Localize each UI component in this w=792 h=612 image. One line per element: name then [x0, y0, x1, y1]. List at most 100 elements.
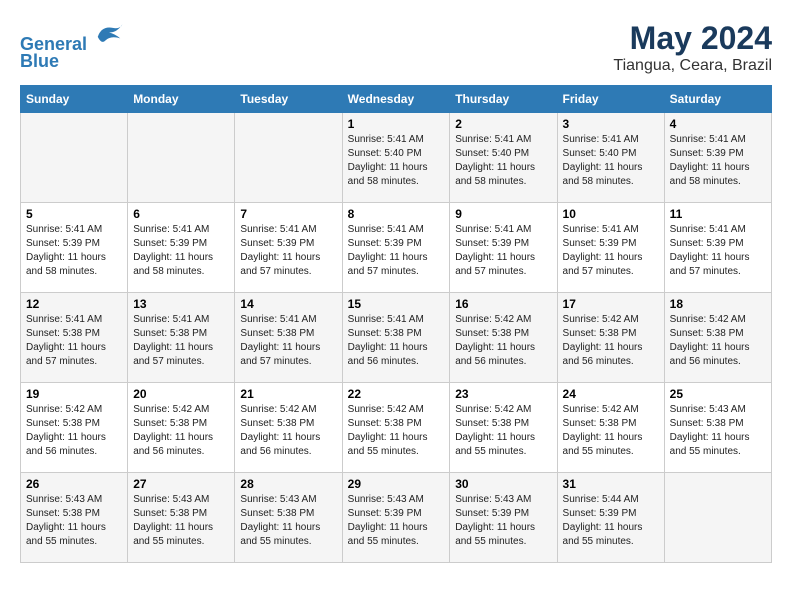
day-number: 26	[26, 477, 122, 491]
calendar-subtitle: Tiangua, Ceara, Brazil	[613, 57, 772, 75]
day-info: Sunrise: 5:41 AMSunset: 5:39 PMDaylight:…	[670, 223, 766, 279]
day-info: Sunrise: 5:42 AMSunset: 5:38 PMDaylight:…	[563, 403, 659, 459]
day-info: Sunrise: 5:43 AMSunset: 5:38 PMDaylight:…	[26, 493, 122, 549]
day-info: Sunrise: 5:42 AMSunset: 5:38 PMDaylight:…	[563, 313, 659, 369]
logo-text: General	[20, 20, 124, 55]
title-block: May 2024 Tiangua, Ceara, Brazil	[613, 20, 772, 75]
calendar-cell: 10 Sunrise: 5:41 AMSunset: 5:39 PMDayligh…	[557, 203, 664, 293]
calendar-cell: 7 Sunrise: 5:41 AMSunset: 5:39 PMDaylight…	[235, 203, 342, 293]
day-number: 16	[455, 297, 551, 311]
calendar-header-friday: Friday	[557, 86, 664, 113]
day-number: 11	[670, 207, 766, 221]
calendar-cell: 3 Sunrise: 5:41 AMSunset: 5:40 PMDaylight…	[557, 113, 664, 203]
calendar-cell: 27 Sunrise: 5:43 AMSunset: 5:38 PMDayligh…	[128, 473, 235, 563]
day-number: 21	[240, 387, 336, 401]
calendar-header-saturday: Saturday	[664, 86, 771, 113]
day-info: Sunrise: 5:41 AMSunset: 5:38 PMDaylight:…	[348, 313, 445, 369]
day-info: Sunrise: 5:43 AMSunset: 5:38 PMDaylight:…	[670, 403, 766, 459]
day-info: Sunrise: 5:42 AMSunset: 5:38 PMDaylight:…	[455, 313, 551, 369]
calendar-cell: 28 Sunrise: 5:43 AMSunset: 5:38 PMDayligh…	[235, 473, 342, 563]
calendar-week-row: 19 Sunrise: 5:42 AMSunset: 5:38 PMDayligh…	[21, 383, 772, 473]
calendar-week-row: 5 Sunrise: 5:41 AMSunset: 5:39 PMDaylight…	[21, 203, 772, 293]
calendar-header-monday: Monday	[128, 86, 235, 113]
day-number: 7	[240, 207, 336, 221]
day-info: Sunrise: 5:42 AMSunset: 5:38 PMDaylight:…	[455, 403, 551, 459]
day-info: Sunrise: 5:41 AMSunset: 5:38 PMDaylight:…	[26, 313, 122, 369]
day-info: Sunrise: 5:43 AMSunset: 5:38 PMDaylight:…	[240, 493, 336, 549]
day-info: Sunrise: 5:42 AMSunset: 5:38 PMDaylight:…	[26, 403, 122, 459]
calendar-cell: 11 Sunrise: 5:41 AMSunset: 5:39 PMDayligh…	[664, 203, 771, 293]
day-info: Sunrise: 5:41 AMSunset: 5:39 PMDaylight:…	[26, 223, 122, 279]
logo-bird-icon	[94, 20, 124, 50]
calendar-cell: 20Sunrise: 5:42 AMSunset: 5:38 PMDayligh…	[128, 383, 235, 473]
calendar-week-row: 12 Sunrise: 5:41 AMSunset: 5:38 PMDayligh…	[21, 293, 772, 383]
calendar-header-thursday: Thursday	[450, 86, 557, 113]
day-number: 25	[670, 387, 766, 401]
day-info: Sunrise: 5:41 AMSunset: 5:39 PMDaylight:…	[348, 223, 445, 279]
calendar-body: 1Sunrise: 5:41 AMSunset: 5:40 PMDaylight…	[21, 113, 772, 563]
day-number: 15	[348, 297, 445, 311]
day-info: Sunrise: 5:41 AMSunset: 5:40 PMDaylight:…	[563, 133, 659, 189]
calendar-header-tuesday: Tuesday	[235, 86, 342, 113]
calendar-cell: 22Sunrise: 5:42 AMSunset: 5:38 PMDayligh…	[342, 383, 450, 473]
day-number: 27	[133, 477, 229, 491]
day-info: Sunrise: 5:41 AMSunset: 5:39 PMDaylight:…	[240, 223, 336, 279]
calendar-header-wednesday: Wednesday	[342, 86, 450, 113]
day-info: Sunrise: 5:41 AMSunset: 5:38 PMDaylight:…	[133, 313, 229, 369]
page-header: General Blue May 2024 Tiangua, Ceara, Br…	[20, 20, 772, 75]
day-number: 9	[455, 207, 551, 221]
calendar-cell: 29 Sunrise: 5:43 AMSunset: 5:39 PMDayligh…	[342, 473, 450, 563]
calendar-cell: 14Sunrise: 5:41 AMSunset: 5:38 PMDayligh…	[235, 293, 342, 383]
calendar-cell: 24 Sunrise: 5:42 AMSunset: 5:38 PMDayligh…	[557, 383, 664, 473]
calendar-cell: 18 Sunrise: 5:42 AMSunset: 5:38 PMDayligh…	[664, 293, 771, 383]
calendar-cell: 26 Sunrise: 5:43 AMSunset: 5:38 PMDayligh…	[21, 473, 128, 563]
calendar-title: May 2024	[613, 20, 772, 57]
calendar-cell: 4Sunrise: 5:41 AMSunset: 5:39 PMDaylight…	[664, 113, 771, 203]
day-number: 5	[26, 207, 122, 221]
calendar-header-sunday: Sunday	[21, 86, 128, 113]
day-number: 4	[670, 117, 766, 131]
day-number: 28	[240, 477, 336, 491]
calendar-week-row: 1Sunrise: 5:41 AMSunset: 5:40 PMDaylight…	[21, 113, 772, 203]
day-number: 10	[563, 207, 659, 221]
day-number: 19	[26, 387, 122, 401]
calendar-cell	[128, 113, 235, 203]
day-number: 8	[348, 207, 445, 221]
calendar-cell	[235, 113, 342, 203]
day-info: Sunrise: 5:44 AMSunset: 5:39 PMDaylight:…	[563, 493, 659, 549]
day-number: 23	[455, 387, 551, 401]
calendar-cell: 19 Sunrise: 5:42 AMSunset: 5:38 PMDayligh…	[21, 383, 128, 473]
day-info: Sunrise: 5:42 AMSunset: 5:38 PMDaylight:…	[670, 313, 766, 369]
calendar-cell	[664, 473, 771, 563]
day-number: 24	[563, 387, 659, 401]
day-info: Sunrise: 5:43 AMSunset: 5:38 PMDaylight:…	[133, 493, 229, 549]
calendar-cell: 21 Sunrise: 5:42 AMSunset: 5:38 PMDayligh…	[235, 383, 342, 473]
day-info: Sunrise: 5:41 AMSunset: 5:39 PMDaylight:…	[455, 223, 551, 279]
day-number: 31	[563, 477, 659, 491]
day-number: 6	[133, 207, 229, 221]
day-info: Sunrise: 5:43 AMSunset: 5:39 PMDaylight:…	[348, 493, 445, 549]
calendar-cell: 23 Sunrise: 5:42 AMSunset: 5:38 PMDayligh…	[450, 383, 557, 473]
calendar-cell: 16 Sunrise: 5:42 AMSunset: 5:38 PMDayligh…	[450, 293, 557, 383]
day-number: 3	[563, 117, 659, 131]
day-number: 20	[133, 387, 229, 401]
day-info: Sunrise: 5:41 AMSunset: 5:39 PMDaylight:…	[563, 223, 659, 279]
day-number: 12	[26, 297, 122, 311]
calendar-cell: 1Sunrise: 5:41 AMSunset: 5:40 PMDaylight…	[342, 113, 450, 203]
calendar-cell: 25 Sunrise: 5:43 AMSunset: 5:38 PMDayligh…	[664, 383, 771, 473]
day-number: 22	[348, 387, 445, 401]
calendar-cell: 12 Sunrise: 5:41 AMSunset: 5:38 PMDayligh…	[21, 293, 128, 383]
day-number: 29	[348, 477, 445, 491]
day-info: Sunrise: 5:41 AMSunset: 5:40 PMDaylight:…	[348, 133, 445, 189]
day-number: 18	[670, 297, 766, 311]
calendar-table: SundayMondayTuesdayWednesdayThursdayFrid…	[20, 85, 772, 563]
day-info: Sunrise: 5:42 AMSunset: 5:38 PMDaylight:…	[240, 403, 336, 459]
logo: General Blue	[20, 20, 124, 72]
day-info: Sunrise: 5:41 AMSunset: 5:40 PMDaylight:…	[455, 133, 551, 189]
day-number: 13	[133, 297, 229, 311]
calendar-cell: 5 Sunrise: 5:41 AMSunset: 5:39 PMDaylight…	[21, 203, 128, 293]
calendar-cell: 2 Sunrise: 5:41 AMSunset: 5:40 PMDaylight…	[450, 113, 557, 203]
calendar-cell	[21, 113, 128, 203]
day-number: 2	[455, 117, 551, 131]
day-info: Sunrise: 5:41 AMSunset: 5:38 PMDaylight:…	[240, 313, 336, 369]
